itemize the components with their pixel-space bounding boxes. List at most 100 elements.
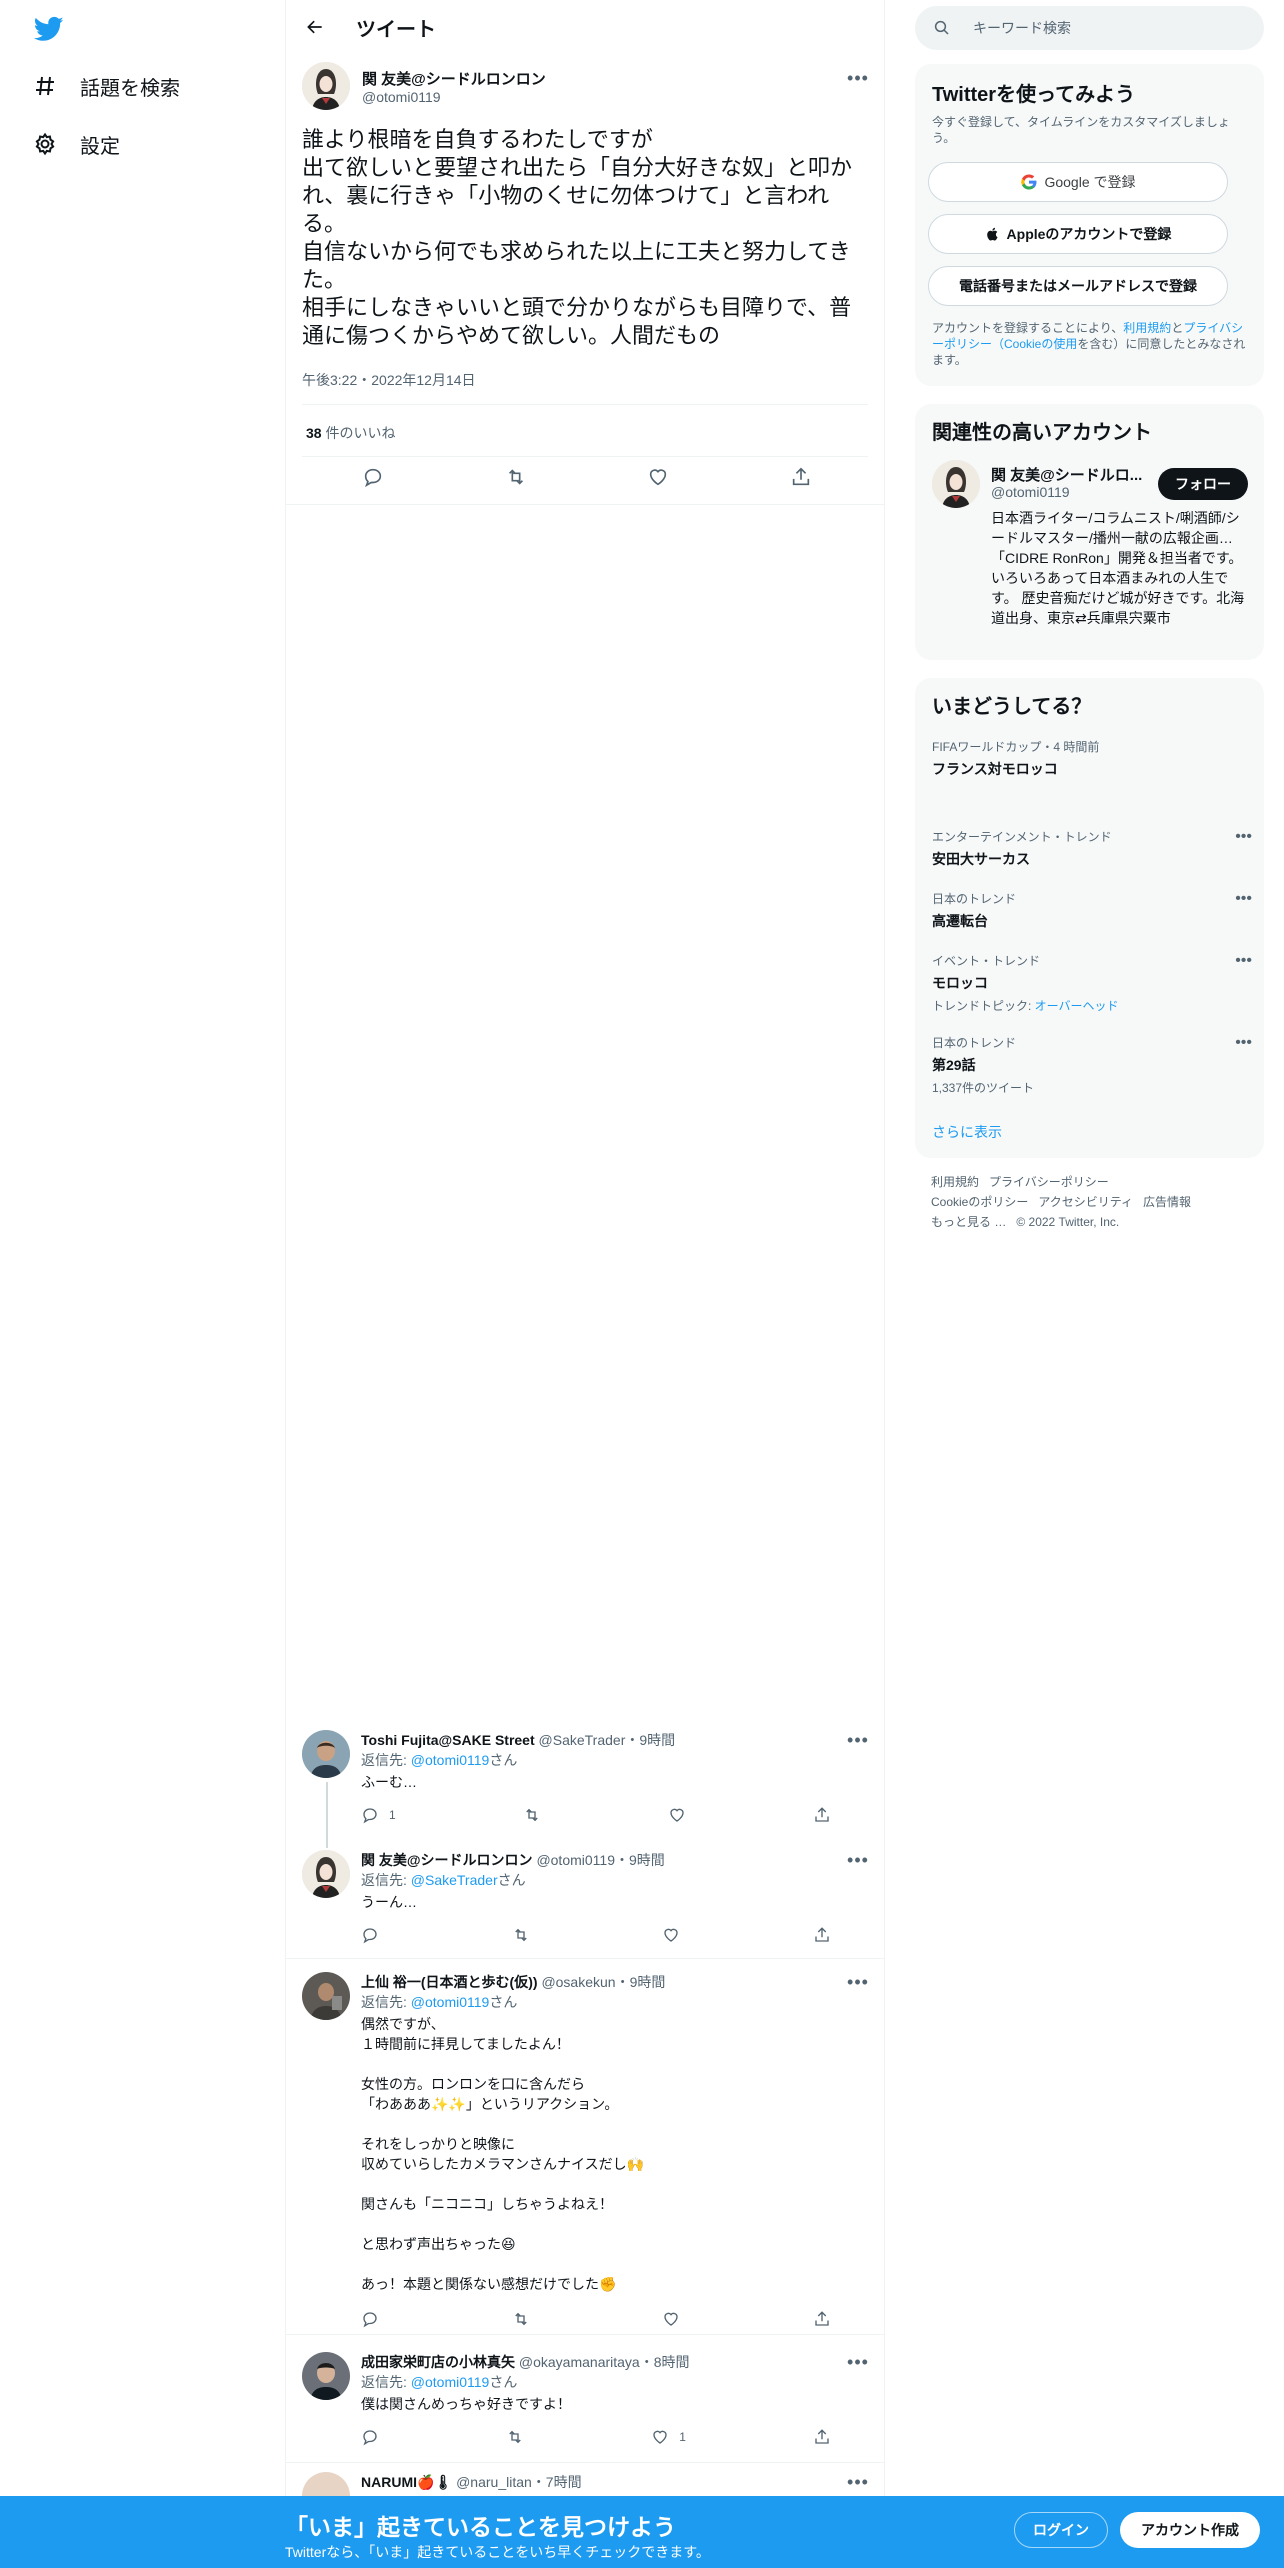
footer-more-link[interactable]: もっと見る …: [931, 1215, 1006, 1229]
more-options-icon[interactable]: •••: [1235, 1034, 1252, 1052]
trend-topic-link[interactable]: オーバーヘッド: [1035, 999, 1119, 1013]
reply-author-handle[interactable]: @okayamanaritaya: [519, 2354, 640, 2370]
trend-category: 日本のトレンド: [932, 1036, 1017, 1050]
mention-link[interactable]: @otomi0119: [411, 2374, 490, 2390]
reply-avatar[interactable]: [302, 1850, 350, 1898]
reply-tweet[interactable]: 上仙 裕一(日本酒と歩む(仮)) @osakekun・9時間 ••• 返信先: …: [286, 1972, 884, 2332]
retweet-icon[interactable]: [512, 2310, 530, 2328]
related-account-handle[interactable]: @otomi0119: [991, 484, 1070, 500]
search-input[interactable]: [973, 20, 1243, 36]
apple-signup-button[interactable]: Appleのアカウントで登録: [928, 214, 1228, 254]
footer-terms-link[interactable]: 利用規約: [931, 1175, 979, 1189]
reply-author-handle[interactable]: @naru_litan: [456, 2474, 532, 2490]
footer-ads-link[interactable]: 広告情報: [1143, 1195, 1191, 1209]
reply-icon[interactable]: [362, 466, 384, 488]
reply-author-handle[interactable]: @otomi0119: [536, 1852, 615, 1868]
share-icon[interactable]: [813, 2428, 831, 2446]
phone-email-signup-button[interactable]: 電話番号またはメールアドレスで登録: [928, 266, 1228, 306]
reply-avatar[interactable]: [302, 1972, 350, 2020]
share-icon[interactable]: [813, 2310, 831, 2328]
create-account-button[interactable]: アカウント作成: [1120, 2512, 1260, 2548]
nav-settings[interactable]: 設定: [32, 124, 120, 164]
more-options-icon[interactable]: •••: [1235, 828, 1252, 846]
mention-link[interactable]: @otomi0119: [411, 1752, 490, 1768]
reply-time[interactable]: ・8時間: [640, 2354, 690, 2370]
reply-tweet[interactable]: 関 友美@シードルロンロン @otomi0119・9時間 ••• 返信先: @S…: [286, 1850, 884, 1960]
author-avatar[interactable]: [302, 62, 350, 110]
reply-avatar[interactable]: [302, 1730, 350, 1778]
reply-author-name[interactable]: 成田家栄町店の小林真矢: [361, 2354, 515, 2370]
footer-accessibility-link[interactable]: アクセシビリティ: [1038, 1195, 1133, 1209]
like-heart-icon[interactable]: [668, 1806, 686, 1824]
more-options-icon[interactable]: •••: [846, 2352, 870, 2372]
more-options-icon[interactable]: •••: [1235, 952, 1252, 970]
reply-author-name[interactable]: Toshi Fujita@SAKE Street: [361, 1732, 535, 1748]
share-icon[interactable]: [790, 466, 812, 488]
related-account-name[interactable]: 関 友美@シードルロ...: [991, 464, 1142, 485]
reply-to-line: 返信先: @otomi0119さん: [361, 2372, 517, 2392]
reply-author-name[interactable]: 上仙 裕一(日本酒と歩む(仮)): [361, 1974, 538, 1990]
back-arrow-icon[interactable]: [298, 10, 332, 44]
retweet-icon[interactable]: [506, 2428, 524, 2446]
footer-privacy-link[interactable]: プライバシーポリシー: [989, 1175, 1109, 1189]
trend-item[interactable]: イベント・トレンド モロッコ トレンドトピック: オーバーヘッド •••: [932, 952, 1252, 1014]
reply-tweet[interactable]: Toshi Fujita@SAKE Street @SakeTrader・9時間…: [286, 1730, 884, 1848]
like-heart-icon[interactable]: [662, 2310, 680, 2328]
more-options-icon[interactable]: •••: [846, 1972, 870, 1992]
show-more-link[interactable]: さらに表示: [932, 1122, 1002, 1142]
reply-author-name[interactable]: 関 友美@シードルロンロン: [361, 1852, 533, 1868]
reply-author-name[interactable]: NARUMI🍎🌡: [361, 2474, 452, 2490]
mention-link[interactable]: @SakeTrader: [411, 1872, 498, 1888]
trend-item[interactable]: 日本のトレンド 第29話 1,337件のツイート •••: [932, 1034, 1252, 1096]
like-heart-icon[interactable]: 1: [651, 2428, 686, 2446]
search-box[interactable]: [915, 6, 1264, 50]
reply-to-suffix: さん: [489, 2374, 518, 2390]
reply-icon[interactable]: [361, 2428, 379, 2446]
author-name[interactable]: 関 友美@シードルロンロン: [362, 68, 546, 89]
related-account-avatar[interactable]: [932, 460, 980, 508]
like-heart-icon[interactable]: [647, 466, 669, 488]
reply-icon[interactable]: 1: [361, 1806, 396, 1824]
reply-icon[interactable]: [361, 2310, 379, 2328]
retweet-icon[interactable]: [523, 1806, 541, 1824]
reply-time[interactable]: ・9時間: [625, 1732, 675, 1748]
like-heart-icon[interactable]: [662, 1926, 680, 1944]
reply-time[interactable]: ・7時間: [532, 2474, 582, 2490]
reply-icon[interactable]: [361, 1926, 379, 1944]
retweet-icon[interactable]: [505, 466, 527, 488]
nav-explore[interactable]: 話題を検索: [32, 66, 180, 106]
mention-link[interactable]: @otomi0119: [411, 1994, 490, 2010]
share-icon[interactable]: [813, 1926, 831, 1944]
footer-cookies-link[interactable]: Cookieのポリシー: [931, 1195, 1028, 1209]
reply-to-prefix: 返信先:: [361, 2374, 411, 2390]
trend-item[interactable]: 日本のトレンド 高遷転台 •••: [932, 890, 1252, 931]
google-signup-button[interactable]: Google で登録: [928, 162, 1228, 202]
trend-item[interactable]: FIFAワールドカップ・4 時間前 フランス対モロッコ: [932, 738, 1252, 779]
terms-link[interactable]: 利用規約: [1123, 321, 1171, 335]
trend-topic-label: トレンドトピック:: [932, 999, 1035, 1013]
reply-tweet[interactable]: 成田家栄町店の小林真矢 @okayamanaritaya・8時間 ••• 返信先…: [286, 2352, 884, 2462]
more-options-icon[interactable]: •••: [846, 1850, 870, 1870]
trend-item[interactable]: エンターテインメント・トレンド 安田大サーカス •••: [932, 828, 1252, 869]
like-count[interactable]: 38 件のいいね: [306, 423, 395, 443]
follow-button[interactable]: フォロー: [1158, 468, 1248, 500]
retweet-icon[interactable]: [512, 1926, 530, 1944]
login-button[interactable]: ログイン: [1014, 2512, 1108, 2548]
reply-count: 1: [389, 1808, 396, 1822]
hashtag-icon: [32, 73, 58, 99]
twitter-logo-icon[interactable]: [32, 14, 66, 44]
more-options-icon[interactable]: •••: [1235, 890, 1252, 908]
more-options-icon[interactable]: •••: [846, 68, 870, 88]
author-handle[interactable]: @otomi0119: [362, 89, 441, 105]
share-icon[interactable]: [813, 1806, 831, 1824]
reply-author-handle[interactable]: @SakeTrader: [539, 1732, 626, 1748]
reply-time[interactable]: ・9時間: [616, 1974, 666, 1990]
more-options-icon[interactable]: •••: [846, 2472, 870, 2492]
more-options-icon[interactable]: •••: [846, 1730, 870, 1750]
tweet-timestamp[interactable]: 午後3:22・2022年12月14日: [302, 370, 476, 390]
reply-time[interactable]: ・9時間: [615, 1852, 665, 1868]
reply-avatar[interactable]: [302, 2352, 350, 2400]
reply-text: 僕は関さんめっちゃ好きですよ！: [361, 2396, 571, 2412]
reply-author-handle[interactable]: @osakekun: [541, 1974, 615, 1990]
signup-card-subtitle: 今すぐ登録して、タイムラインをカスタマイズしましょう。: [932, 115, 1230, 145]
